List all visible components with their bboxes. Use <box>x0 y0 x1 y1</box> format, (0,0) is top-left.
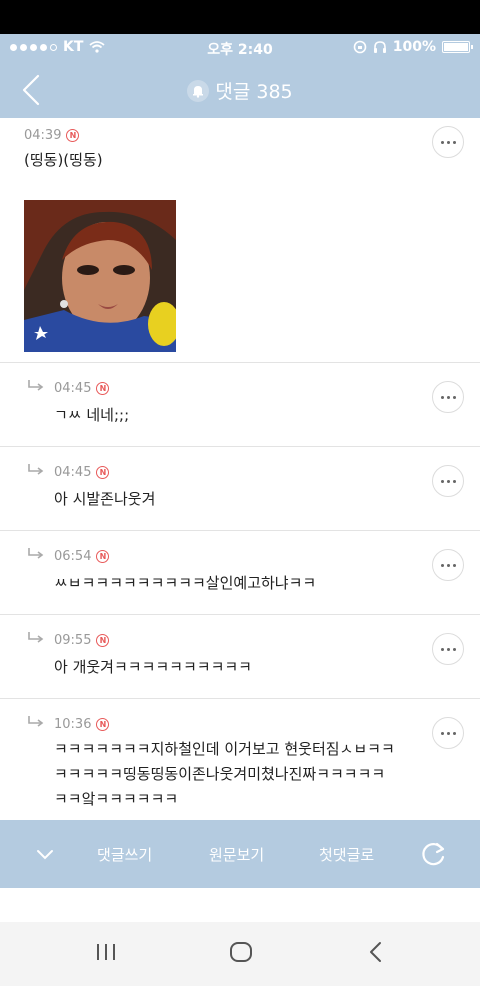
more-options-button[interactable] <box>432 549 464 581</box>
chevron-down-icon[interactable] <box>35 848 55 862</box>
reply-arrow-icon <box>28 548 44 559</box>
comment-meta: 10:36 N <box>54 717 110 732</box>
comment-text: 아 시발존나웃겨 <box>54 490 156 508</box>
page-title-row: 댓글 385 <box>0 77 480 104</box>
bell-icon[interactable] <box>187 80 210 102</box>
new-badge-icon: N <box>96 382 110 395</box>
view-original-button[interactable]: 원문보기 <box>209 844 264 865</box>
rotation-lock-icon <box>353 40 367 54</box>
reply-arrow-icon <box>28 632 44 643</box>
comment-meta: 04:45 N <box>54 381 110 396</box>
reply-arrow-icon <box>28 464 44 475</box>
reply-item: 10:36 N ㅋㅋㅋㅋㅋㅋㅋ지하철인데 이거보고 현웃터짐ㅅㅂㅋㅋ ㅋㅋㅋㅋㅋ… <box>0 699 480 820</box>
more-options-button[interactable] <box>432 633 464 665</box>
comment-text: 아 개웃겨ㅋㅋㅋㅋㅋㅋㅋㅋㅋㅋ <box>54 658 252 676</box>
comment-text-line: ㅋㅋ앜ㅋㅋㅋㅋㅋㅋ <box>54 790 179 808</box>
comment-item: 04:39 N (띵동)(띵동) <box>0 118 480 363</box>
comment-time: 10:36 <box>54 717 92 732</box>
comment-text: ㄱㅆ 네네;;; <box>54 406 130 424</box>
new-badge-icon: N <box>96 550 110 563</box>
comment-text-line: ㅋㅋㅋㅋㅋㅋㅋ지하철인데 이거보고 현웃터짐ㅅㅂㅋㅋ <box>54 740 395 758</box>
reply-item: 04:45 N 아 시발존나웃겨 <box>0 447 480 531</box>
comment-text-line: ㅋㅋㅋㅋㅋ띵동띵동이존나웃겨미쳤나진짜ㅋㅋㅋㅋㅋ <box>54 765 386 783</box>
header: 댓글 385 <box>0 60 480 118</box>
reply-arrow-icon <box>28 716 44 727</box>
recents-icon[interactable] <box>94 940 118 964</box>
portrait-photo[interactable] <box>24 200 176 352</box>
comment-time: 09:55 <box>54 633 92 648</box>
comment-meta: 06:54 N <box>54 549 110 564</box>
more-options-button[interactable] <box>432 717 464 749</box>
headphones-icon <box>373 41 386 53</box>
reply-item: 09:55 N 아 개웃겨ㅋㅋㅋㅋㅋㅋㅋㅋㅋㅋ <box>0 615 480 699</box>
back-icon[interactable] <box>366 940 386 964</box>
new-badge-icon: N <box>96 634 110 647</box>
home-icon[interactable] <box>228 940 254 964</box>
comment-time: 04:45 <box>54 381 92 396</box>
battery-icon <box>442 41 473 53</box>
status-bar: KT 오후 2:40 100% <box>0 34 480 60</box>
reply-arrow-icon <box>28 380 44 391</box>
page-title: 댓글 385 <box>215 81 293 103</box>
refresh-icon[interactable] <box>420 840 448 868</box>
comment-meta: 04:39 N <box>24 128 80 143</box>
comment-time: 06:54 <box>54 549 92 564</box>
comment-list: 04:39 N (띵동)(띵동) 04:45 N ㄱㅆ 네네;;; 04:45 … <box>0 118 480 820</box>
battery-percent: 100% <box>392 39 436 55</box>
write-comment-button[interactable]: 댓글쓰기 <box>97 844 152 865</box>
comment-meta: 09:55 N <box>54 633 110 648</box>
bottom-toolbar: 댓글쓰기 원문보기 첫댓글로 <box>0 820 480 888</box>
new-badge-icon: N <box>96 718 110 731</box>
reply-item: 04:45 N ㄱㅆ 네네;;; <box>0 363 480 447</box>
first-comment-button[interactable]: 첫댓글로 <box>319 844 374 865</box>
comment-meta: 04:45 N <box>54 465 110 480</box>
app-screen: KT 오후 2:40 100% 댓글 385 04:39 N (띵동)(띵동) … <box>0 34 480 922</box>
new-badge-icon: N <box>66 129 80 142</box>
reply-item: 06:54 N ㅆㅂㅋㅋㅋㅋㅋㅋㅋㅋㅋ살인예고하냐ㅋㅋ <box>0 531 480 615</box>
top-bar: KT 오후 2:40 100% 댓글 385 <box>0 34 480 118</box>
new-badge-icon: N <box>96 466 110 479</box>
more-options-button[interactable] <box>432 381 464 413</box>
comment-time: 04:39 <box>24 128 62 143</box>
comment-text: ㅆㅂㅋㅋㅋㅋㅋㅋㅋㅋㅋ살인예고하냐ㅋㅋ <box>54 574 317 592</box>
comment-text: (띵동)(띵동) <box>24 151 103 169</box>
more-options-button[interactable] <box>432 126 464 158</box>
android-nav-bar <box>0 922 480 986</box>
more-options-button[interactable] <box>432 465 464 497</box>
comment-time: 04:45 <box>54 465 92 480</box>
